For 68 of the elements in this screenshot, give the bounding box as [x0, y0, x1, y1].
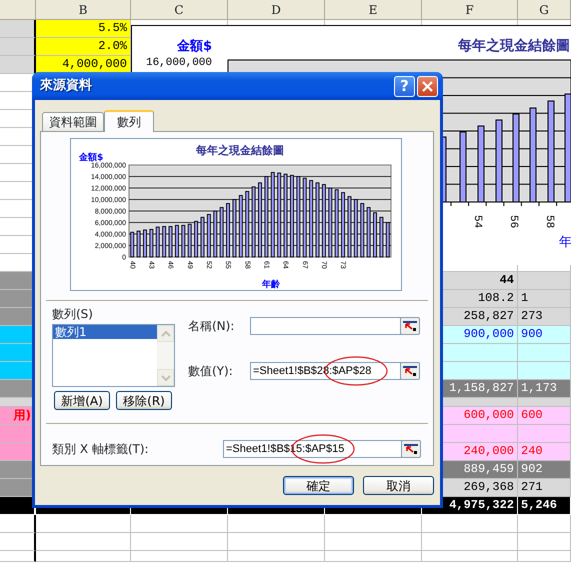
- section-label: 數列(S): [52, 306, 94, 323]
- range-select-button[interactable]: [401, 440, 421, 458]
- column-header[interactable]: F: [422, 0, 518, 20]
- tab[interactable]: 資料範圍: [42, 112, 104, 131]
- axis-title: 金額$: [176, 39, 212, 54]
- range-select-icon: [404, 444, 418, 454]
- range-select-icon: [403, 366, 417, 376]
- tab[interactable]: 數列: [104, 110, 154, 132]
- field-label: 名稱(N):: [188, 318, 236, 335]
- column-header[interactable]: D: [228, 0, 325, 20]
- range-select-button[interactable]: [400, 362, 420, 380]
- axis-label: 54: [471, 215, 484, 228]
- axis-title: 年齡: [262, 280, 280, 290]
- text-field[interactable]: [250, 317, 401, 335]
- table-cell: [0, 20, 36, 38]
- chevron-up-icon: [160, 330, 170, 338]
- scroll-down-button[interactable]: [157, 369, 174, 386]
- table-cell: [518, 272, 571, 290]
- remove-button[interactable]: 移除(R): [116, 391, 172, 410]
- column-header[interactable]: B: [36, 0, 131, 20]
- close-icon: [422, 80, 433, 92]
- field-label: 數值(Y):: [188, 363, 234, 380]
- window-title: 來源資料: [40, 77, 93, 96]
- table-cell: [518, 362, 571, 380]
- close-button[interactable]: [417, 76, 438, 96]
- column-header[interactable]: G: [518, 0, 571, 20]
- table-cell: 273: [518, 308, 571, 326]
- range-select-icon: [403, 321, 417, 331]
- add-button[interactable]: 新增(A): [54, 391, 110, 410]
- axis-label: 58: [543, 215, 556, 228]
- table-cell: 900: [518, 326, 571, 344]
- table-cell: 2.0%: [36, 38, 131, 56]
- table-cell: [518, 398, 571, 407]
- table-cell: 5,246: [518, 497, 571, 515]
- axis-title: 金額$: [79, 153, 104, 163]
- table-cell: [518, 533, 571, 551]
- chevron-down-icon: [160, 374, 170, 382]
- table-cell: [518, 551, 571, 562]
- chart-title: 每年之現金結餘圖: [458, 38, 570, 54]
- table-cell: [0, 497, 36, 515]
- table-cell: 600: [518, 407, 571, 425]
- dialog-button[interactable]: 確定: [283, 476, 354, 495]
- table-cell: 5.5%: [36, 20, 131, 38]
- table-cell: [0, 56, 36, 74]
- table-cell: 1: [518, 290, 571, 308]
- axis-label: 16,000,000: [146, 57, 212, 69]
- table-cell: [518, 425, 571, 443]
- table-cell: 271: [518, 479, 571, 497]
- table-cell: [0, 38, 36, 56]
- corner-cell[interactable]: [0, 0, 36, 20]
- table-cell: [518, 515, 571, 533]
- axis-label: 56: [507, 215, 520, 228]
- column-header[interactable]: C: [131, 0, 228, 20]
- dialog-button[interactable]: 取消: [363, 476, 434, 495]
- table-cell: [0, 551, 36, 562]
- list-item[interactable]: 數列1: [53, 325, 157, 339]
- chart-title: 每年之現金結餘圖: [196, 144, 284, 157]
- table-cell: 1,173: [518, 380, 571, 398]
- scrollbar[interactable]: [157, 325, 174, 386]
- table-cell: [0, 515, 36, 533]
- scroll-up-button[interactable]: [157, 325, 174, 342]
- table-cell: [518, 344, 571, 362]
- table-cell: [0, 533, 36, 551]
- field-label: 類別 X 軸標籤(T):: [52, 441, 150, 458]
- table-cell: 240: [518, 443, 571, 461]
- range-select-button[interactable]: [400, 317, 420, 335]
- table-cell: 902: [518, 461, 571, 479]
- column-header[interactable]: E: [325, 0, 422, 20]
